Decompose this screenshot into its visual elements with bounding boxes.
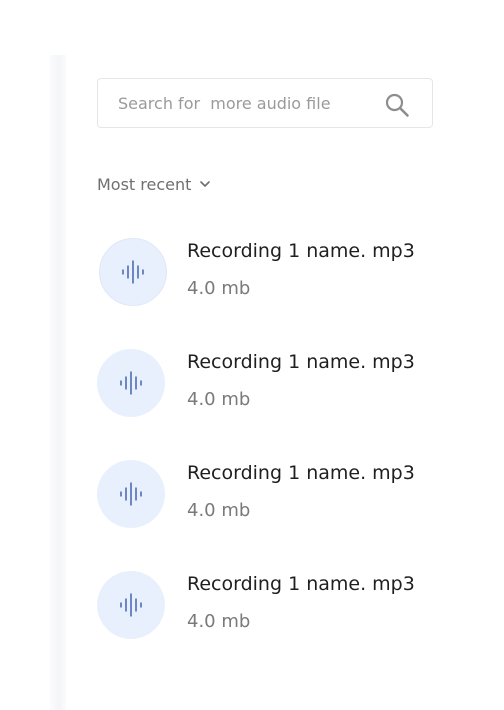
list-item[interactable]: Recording 1 name. mp3 4.0 mb bbox=[97, 460, 457, 571]
recording-name: Recording 1 name. mp3 bbox=[187, 351, 415, 373]
audio-waveform-icon bbox=[120, 371, 142, 395]
recording-name: Recording 1 name. mp3 bbox=[187, 240, 415, 262]
file-avatar bbox=[97, 460, 165, 528]
recording-name: Recording 1 name. mp3 bbox=[187, 573, 415, 595]
audio-waveform-icon bbox=[120, 482, 142, 506]
recording-size: 4.0 mb bbox=[187, 611, 251, 632]
sort-label: Most recent bbox=[97, 174, 192, 194]
audio-waveform-icon bbox=[120, 593, 142, 617]
recording-size: 4.0 mb bbox=[187, 278, 251, 299]
side-divider bbox=[50, 55, 66, 710]
list-item[interactable]: Recording 1 name. mp3 4.0 mb bbox=[97, 571, 457, 682]
recording-list: Recording 1 name. mp3 4.0 mb Recording 1… bbox=[97, 238, 457, 682]
file-avatar bbox=[97, 349, 165, 417]
search-bar[interactable] bbox=[97, 78, 433, 128]
recording-size: 4.0 mb bbox=[187, 389, 251, 410]
search-input[interactable] bbox=[118, 79, 383, 127]
search-icon[interactable] bbox=[384, 92, 410, 118]
audio-waveform-icon bbox=[122, 260, 144, 284]
recording-size: 4.0 mb bbox=[187, 500, 251, 521]
audio-file-browser: Most recent Recording 1 name. mp3 4.0 mb bbox=[0, 0, 504, 710]
chevron-down-icon bbox=[200, 181, 211, 187]
file-avatar bbox=[99, 238, 167, 306]
list-item[interactable]: Recording 1 name. mp3 4.0 mb bbox=[97, 349, 457, 460]
list-item[interactable]: Recording 1 name. mp3 4.0 mb bbox=[97, 238, 457, 349]
recording-name: Recording 1 name. mp3 bbox=[187, 462, 415, 484]
file-avatar bbox=[97, 571, 165, 639]
sort-dropdown[interactable]: Most recent bbox=[97, 172, 211, 196]
